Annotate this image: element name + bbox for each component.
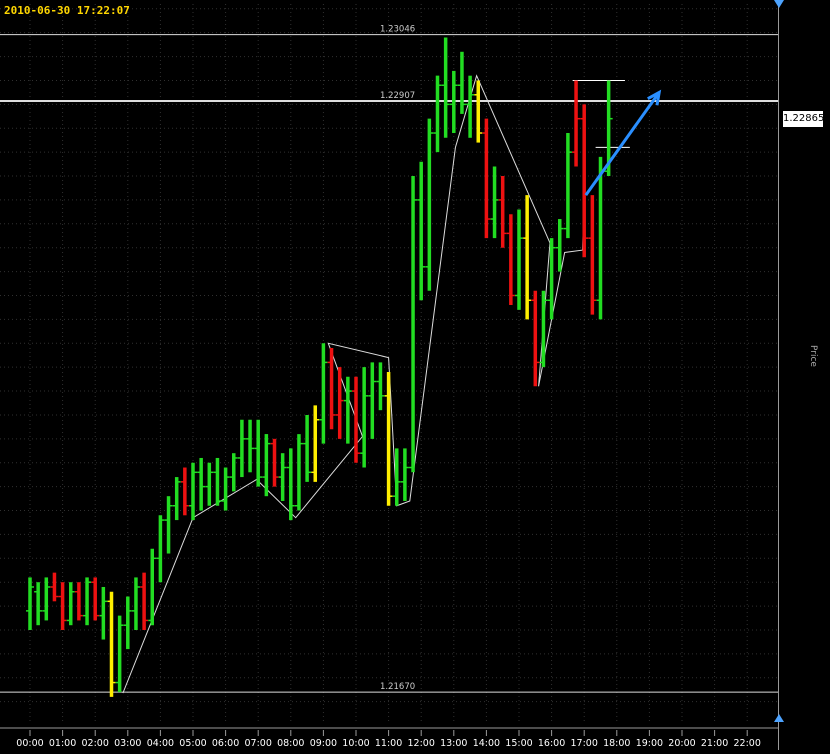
- time-tick-label: 20:00: [668, 738, 695, 749]
- time-tick-label: 11:00: [375, 738, 402, 749]
- time-tick-label: 12:00: [408, 738, 435, 749]
- horizontal-level-label: 1.22907: [380, 91, 415, 101]
- time-tick-label: 19:00: [636, 738, 663, 749]
- time-tick-label: 04:00: [147, 738, 174, 749]
- chart-timestamp: 2010-06-30 17:22:07: [4, 4, 130, 17]
- time-tick-label: 10:00: [342, 738, 369, 749]
- time-tick-label: 00:00: [16, 738, 43, 749]
- time-tick-label: 16:00: [538, 738, 565, 749]
- horizontal-level-label: 1.21670: [380, 682, 415, 692]
- price-axis-name: Price: [808, 345, 818, 367]
- time-tick-label: 02:00: [82, 738, 109, 749]
- price-chart[interactable]: 1.231001.230501.230001.229501.229001.228…: [0, 0, 830, 750]
- time-tick-label: 22:00: [734, 738, 761, 749]
- time-tick-label: 15:00: [505, 738, 532, 749]
- time-tick-label: 05:00: [179, 738, 206, 749]
- time-tick-label: 21:00: [701, 738, 728, 749]
- zigzag-line: [122, 74, 585, 694]
- scroll-down-arrow-icon[interactable]: [774, 714, 784, 722]
- time-tick-label: 08:00: [277, 738, 304, 749]
- time-tick-label: 07:00: [245, 738, 272, 749]
- scroll-up-arrow-icon[interactable]: [774, 0, 784, 8]
- time-tick-label: 01:00: [49, 738, 76, 749]
- chart-canvas[interactable]: 1.231001.230501.230001.229501.229001.228…: [0, 0, 830, 750]
- time-tick-label: 09:00: [310, 738, 337, 749]
- time-tick-label: 06:00: [212, 738, 239, 749]
- time-tick-label: 03:00: [114, 738, 141, 749]
- time-tick-label: 14:00: [473, 738, 500, 749]
- time-tick-label: 17:00: [571, 738, 598, 749]
- trend-arrow: [584, 91, 661, 197]
- current-price-label: 1.22865: [783, 111, 824, 127]
- time-tick-label: 13:00: [440, 738, 467, 749]
- horizontal-level-label: 1.23046: [380, 25, 415, 35]
- time-tick-label: 18:00: [603, 738, 630, 749]
